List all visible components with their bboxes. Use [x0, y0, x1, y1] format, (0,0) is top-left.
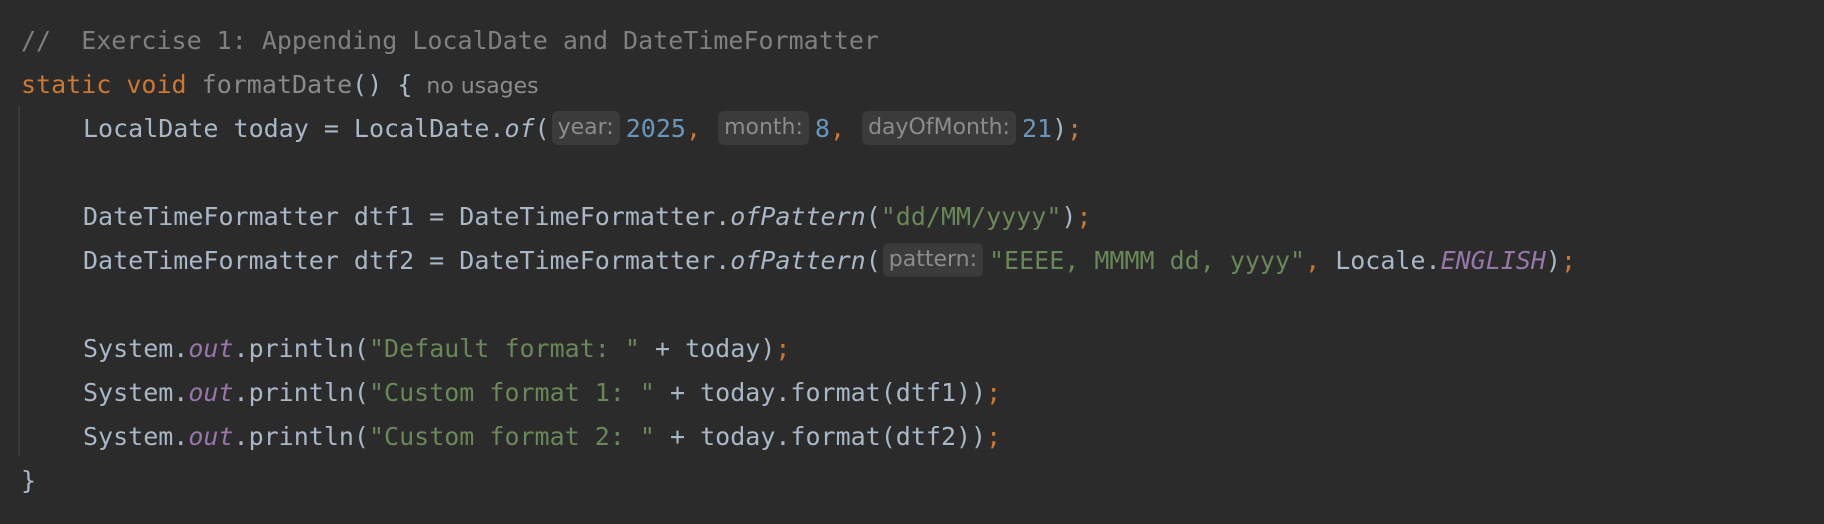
semicolon: ;: [986, 422, 1002, 451]
usages-hint[interactable]: no usages: [426, 74, 538, 99]
method-paren-brace: () {: [352, 70, 413, 99]
month-value: 8: [814, 114, 830, 143]
print-expression: + today.format(dtf2)): [654, 422, 987, 451]
pattern-string: "EEEE, MMMM dd, yyyy": [989, 246, 1306, 275]
print-expression: + today.format(dtf1)): [654, 378, 987, 407]
semicolon: ;: [1067, 114, 1083, 143]
system-class: System.: [83, 378, 189, 407]
semicolon: ;: [775, 334, 791, 363]
semicolon: ;: [1560, 246, 1577, 275]
param-hint-year: year:: [551, 111, 620, 145]
print-string: "Custom format 2: ": [368, 422, 655, 451]
code-line-println-custom-1[interactable]: System.out.println("Custom format 1: " +…: [21, 371, 1001, 415]
comma: ,: [1305, 246, 1321, 275]
method-of-pattern: ofPattern: [730, 202, 866, 231]
comma: ,: [829, 114, 846, 143]
println-call: .println(: [233, 378, 369, 407]
closing-brace: }: [21, 466, 37, 495]
locale-english-field: ENGLISH: [1440, 246, 1546, 275]
dtf1-declaration: DateTimeFormatter dtf1 = DateTimeFormatt…: [83, 202, 731, 231]
code-line-dtf2[interactable]: DateTimeFormatter dtf2 = DateTimeFormatt…: [21, 239, 1576, 283]
dtf2-declaration: DateTimeFormatter dtf2 = DateTimeFormatt…: [83, 246, 731, 275]
code-line-println-default[interactable]: System.out.println("Default format: " + …: [21, 327, 790, 371]
semicolon: ;: [986, 378, 1002, 407]
print-expression: + today): [639, 334, 776, 363]
comma: ,: [685, 114, 701, 143]
system-class: System.: [83, 334, 189, 363]
indent-guide: [18, 106, 20, 456]
code-line-comment[interactable]: // Exercise 1: Appending LocalDate and D…: [21, 19, 879, 63]
method-of: of: [504, 114, 535, 143]
system-class: System.: [83, 422, 189, 451]
comment-text: // Exercise 1: Appending LocalDate and D…: [21, 26, 879, 55]
println-call: .println(: [233, 334, 369, 363]
semicolon: ;: [1076, 202, 1092, 231]
println-call: .println(: [233, 422, 369, 451]
day-value: 21: [1021, 114, 1053, 143]
close-paren: ): [1545, 246, 1561, 275]
keyword-void: void: [126, 70, 187, 99]
locale-class: Locale.: [1320, 246, 1441, 275]
param-hint-pattern: pattern:: [882, 243, 983, 277]
close-paren: ): [1061, 202, 1077, 231]
param-hint-day-of-month: dayOfMonth:: [862, 111, 1016, 145]
param-hint-month: month:: [718, 111, 809, 145]
localdate-declaration: LocalDate today = LocalDate.: [83, 114, 505, 143]
code-line-dtf1[interactable]: DateTimeFormatter dtf1 = DateTimeFormatt…: [21, 195, 1092, 239]
code-line-method-declaration[interactable]: static void formatDate() { no usages: [21, 63, 539, 107]
year-value: 2025: [625, 114, 686, 143]
keyword-static: static: [21, 70, 112, 99]
method-of-pattern: ofPattern: [730, 246, 866, 275]
code-line-closing-brace[interactable]: }: [21, 459, 36, 503]
out-field: out: [188, 422, 234, 451]
open-paren: (: [865, 246, 881, 275]
print-string: "Custom format 1: ": [368, 378, 655, 407]
code-line-println-custom-2[interactable]: System.out.println("Custom format 2: " +…: [21, 415, 1001, 459]
out-field: out: [188, 378, 234, 407]
code-line-localdate[interactable]: LocalDate today = LocalDate.of(year: 2025…: [21, 107, 1082, 151]
code-editor[interactable]: // Exercise 1: Appending LocalDate and D…: [0, 0, 1824, 524]
pattern-string: "dd/MM/yyyy": [880, 202, 1062, 231]
close-paren: ): [1052, 114, 1068, 143]
method-name: formatDate: [201, 70, 353, 99]
open-paren: (: [865, 202, 881, 231]
print-string: "Default format: ": [368, 334, 640, 363]
out-field: out: [188, 334, 234, 363]
open-paren: (: [534, 114, 550, 143]
